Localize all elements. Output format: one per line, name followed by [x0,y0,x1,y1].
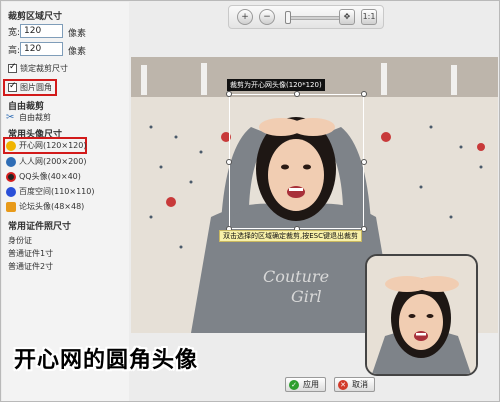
lock-size-label: 锁定裁剪尺寸 [20,64,68,73]
crop-dialog: 裁剪区域尺寸 宽: 120 像素 高: 120 像素 锁定裁剪尺寸 图片圆角 自… [0,0,500,402]
actual-size-icon[interactable]: 1:1 [361,9,377,25]
width-label: 宽: [8,28,21,38]
avatar-item-renren[interactable]: 人人网(200×200) [6,155,86,168]
id-item[interactable]: 普通证件1寸 [8,248,53,259]
rounded-corner-checkbox[interactable] [8,81,17,92]
crop-handle[interactable] [361,159,367,165]
zoom-in-icon[interactable]: + [237,9,253,25]
apply-label: 应用 [303,380,319,389]
crop-handle[interactable] [226,91,232,97]
height-label: 高: [8,46,21,56]
common-id-title: 常用证件照尺寸 [8,222,72,232]
crop-handle[interactable] [294,91,300,97]
rounded-avatar-preview [365,254,478,376]
baidu-paw-icon [6,186,16,197]
height-input[interactable]: 120 [20,42,63,56]
avatar-item-forum[interactable]: 论坛头像(48×48) [6,200,84,213]
qq-penguin-icon [6,171,16,182]
width-input[interactable]: 120 [20,24,63,38]
avatar-item-label: 人人网(200×200) [19,157,87,166]
id-item[interactable]: 身份证 [8,235,32,246]
renren-icon [6,156,16,167]
avatar-item-qq[interactable]: QQ头像(40×40) [6,170,81,183]
avatar-item-label: 开心网(120×120) [19,141,87,150]
cancel-button[interactable]: ✕ 取消 [334,377,375,392]
avatar-item-label: 百度空间(110×110) [19,187,95,196]
crop-hint-tooltip: 双击选择的区域确定裁剪,按ESC键退出裁剪 [219,230,362,242]
free-crop-item[interactable]: ✂ 自由裁剪 [6,111,51,124]
zoom-out-icon[interactable]: − [259,9,275,25]
crop-selection[interactable] [226,91,367,232]
caption-text: 开心网的圆角头像 [14,348,199,373]
crop-size-title: 裁剪区域尺寸 [8,12,63,22]
scissors-icon: ✂ [6,111,15,123]
crop-handle[interactable] [226,159,232,165]
avatar-item-label: QQ头像(40×40) [19,172,81,181]
height-unit: 像素 [68,47,87,57]
preview-image [367,256,476,374]
check-icon: ✓ [289,379,299,390]
avatar-item-baidu[interactable]: 百度空间(110×110) [6,185,94,198]
crop-handle[interactable] [361,91,367,97]
avatar-item-kaixin[interactable]: 开心网(120×120) [6,139,86,152]
id-item[interactable]: 普通证件2寸 [8,261,53,272]
avatar-item-label: 论坛头像(48×48) [19,202,85,211]
free-crop-label: 自由裁剪 [19,113,51,122]
cancel-label: 取消 [352,380,368,389]
svg-text:Couture: Couture [263,267,329,286]
lock-size-checkbox[interactable] [8,62,17,73]
close-icon: ✕ [338,379,348,390]
zoom-slider-thumb[interactable] [285,11,291,24]
apply-button[interactable]: ✓ 应用 [285,377,326,392]
rounded-corner-label: 图片圆角 [20,83,52,92]
kaixin-icon [6,140,16,151]
svg-text:Girl: Girl [291,287,322,306]
crop-size-label: 裁剪为开心网头像(120*120) [227,79,325,91]
fit-screen-icon[interactable]: ✥ [339,9,355,25]
zoom-toolbar: + − ✥ 1:1 [228,5,384,29]
forum-handshake-icon [6,201,16,212]
width-unit: 像素 [68,29,87,39]
